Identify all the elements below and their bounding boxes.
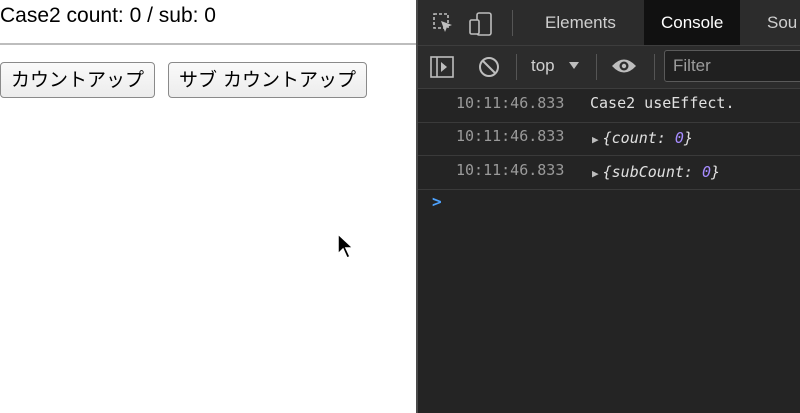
toolbar-separator [654,54,655,80]
devtools-tabbar: Elements Console Sou [418,0,800,46]
filter-input[interactable]: Filter [664,50,800,82]
sub-count-up-button[interactable]: サブ カウントアップ [168,62,368,98]
tabbar-separator [512,10,513,36]
clear-icon[interactable] [478,56,500,78]
tab-sources[interactable]: Sou [767,0,797,45]
console-row: 10:11:46.833 Case2 useEffect. [418,88,800,123]
devtools-panel: Elements Console Sou top Filter 10:11:46… [416,0,800,413]
eye-icon[interactable] [611,57,637,75]
sidebar-icon[interactable] [430,56,454,78]
timestamp: 10:11:46.833 [456,161,565,179]
console-object[interactable]: ▶ {subCount: 0} [592,163,720,181]
page-heading: Case2 count: 0 / sub: 0 [0,4,216,27]
toolbar-separator [596,54,597,80]
object-key: subCount [611,163,684,181]
tab-elements[interactable]: Elements [545,0,616,45]
app-page: Case2 count: 0 / sub: 0 カウントアップ サブ カウントア… [0,0,416,413]
inspect-icon[interactable] [432,12,454,34]
device-toggle-icon[interactable] [468,12,494,36]
timestamp: 10:11:46.833 [456,127,565,145]
divider [0,43,416,45]
expand-triangle-icon[interactable]: ▶ [592,133,599,146]
console-row[interactable]: 10:11:46.833 ▶ {subCount: 0} [418,155,800,190]
dropdown-caret-icon[interactable] [569,62,579,70]
tab-console[interactable]: Console [644,0,741,45]
console-prompt[interactable]: > [432,192,442,211]
object-key: count [611,129,657,147]
count-up-button[interactable]: カウントアップ [0,62,156,98]
console-row[interactable]: 10:11:46.833 ▶ {count: 0} [418,121,800,156]
console-message: Case2 useEffect. [590,94,735,112]
object-value: 0 [701,163,711,181]
console-toolbar: top Filter [418,46,800,89]
object-value: 0 [674,129,684,147]
toolbar-separator [516,54,517,80]
mouse-cursor-icon [337,232,355,260]
console-object[interactable]: ▶ {count: 0} [592,129,693,147]
expand-triangle-icon[interactable]: ▶ [592,167,599,180]
timestamp: 10:11:46.833 [456,94,565,112]
context-selector[interactable]: top [531,56,555,76]
